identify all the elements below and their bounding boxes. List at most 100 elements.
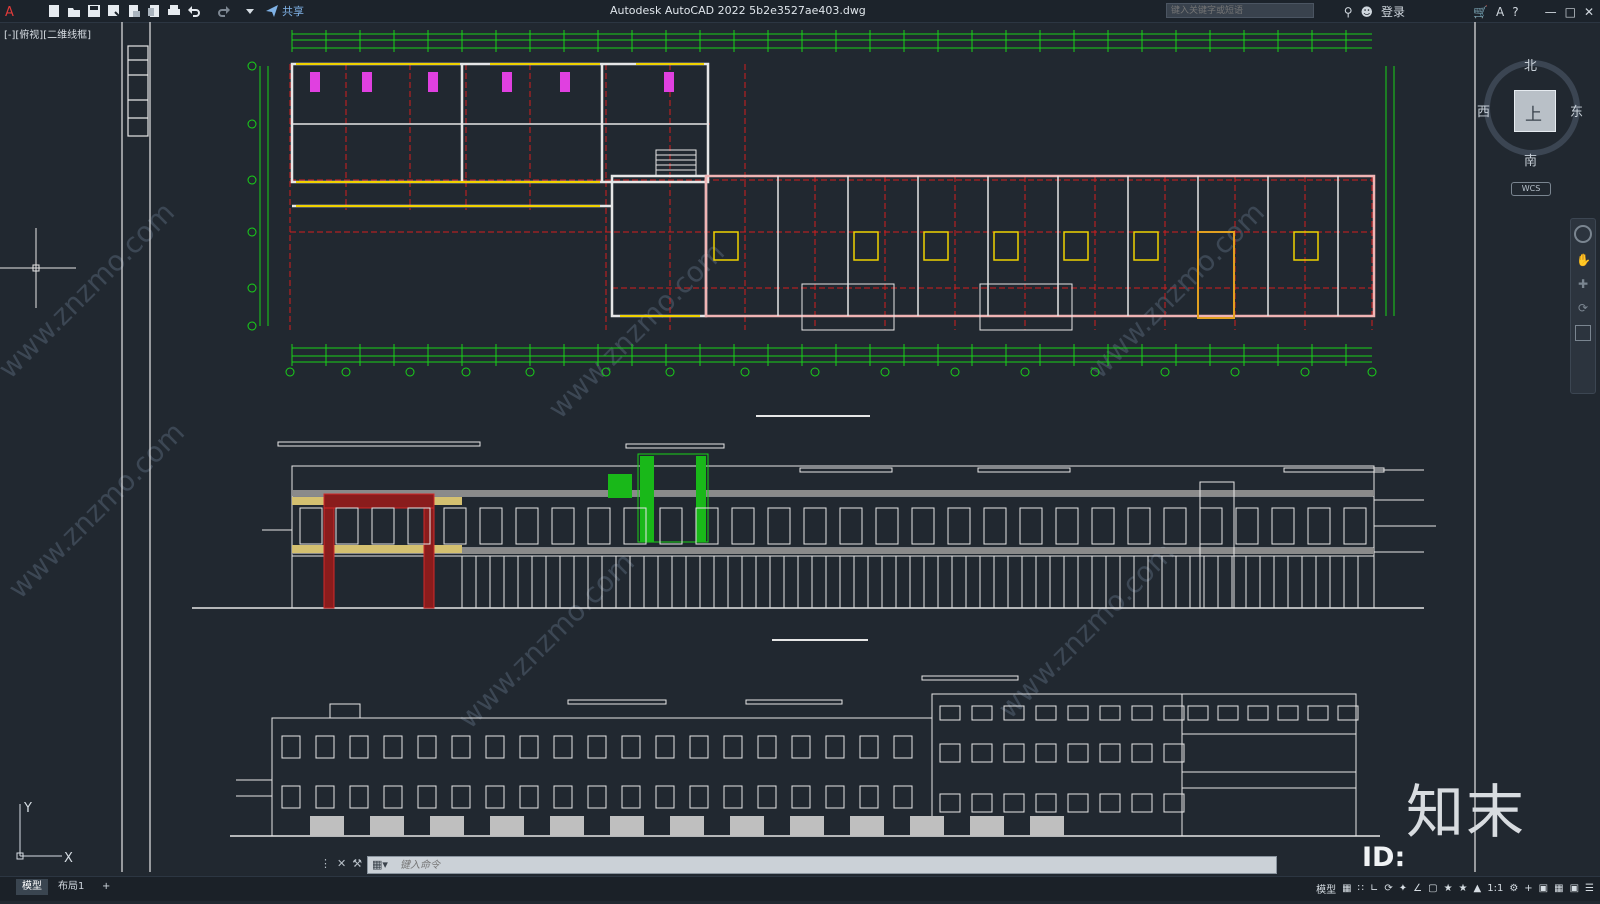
rear-window — [1099, 743, 1121, 763]
pan-icon[interactable]: ✋ — [1576, 253, 1591, 267]
close-window-icon[interactable]: ✕ — [1584, 5, 1594, 19]
tab-model[interactable]: 模型 — [16, 879, 48, 895]
rear-window — [1035, 705, 1057, 721]
garage-door — [550, 816, 584, 836]
share-icon[interactable] — [264, 3, 280, 19]
user-icon[interactable]: ☻ — [1361, 5, 1374, 19]
maximize-window-icon[interactable]: □ — [1565, 5, 1576, 19]
showmotion-icon[interactable] — [1575, 325, 1591, 341]
rear-window — [689, 735, 709, 759]
rear-window — [417, 785, 437, 809]
save-icon[interactable] — [86, 3, 102, 19]
viewcube-top-face[interactable]: 上 — [1514, 90, 1556, 132]
elevation-window — [371, 507, 395, 545]
axis-bubble — [405, 367, 415, 377]
object-snap-tracking-icon[interactable]: ∠ — [1413, 883, 1422, 894]
command-grip-icon[interactable]: ⋮ — [320, 857, 331, 870]
login-link[interactable]: 登录 — [1381, 3, 1405, 20]
clean-screen-icon[interactable]: ▣ — [1570, 883, 1579, 894]
snap-icon[interactable]: ∷ — [1358, 883, 1364, 894]
application-menu-button[interactable]: A — [4, 3, 20, 19]
elevation-window — [1235, 507, 1259, 545]
object-snap-icon[interactable]: ▢ — [1428, 883, 1437, 894]
command-input[interactable] — [398, 858, 1202, 872]
isolate-objects-icon[interactable]: ▣ — [1539, 883, 1548, 894]
elevation-window — [1055, 507, 1079, 545]
rear-window — [1163, 793, 1185, 813]
plot-preview-icon[interactable] — [126, 3, 142, 19]
command-customize-icon[interactable]: ⚒ — [352, 857, 362, 870]
cart-icon[interactable]: 🛒 — [1473, 5, 1488, 19]
rear-window — [485, 785, 505, 809]
plot-icon[interactable] — [166, 3, 182, 19]
command-history-icon[interactable]: ▦▾ — [372, 858, 388, 871]
autodesk-app-icon[interactable]: A — [1496, 5, 1504, 19]
rear-window — [1067, 743, 1089, 763]
annotation-monitor-icon[interactable]: + — [1524, 883, 1532, 894]
axis-bubble — [525, 367, 535, 377]
watermark-logo: 知末 — [1406, 778, 1527, 846]
command-close-icon[interactable]: ✕ — [337, 857, 346, 870]
ortho-icon[interactable]: ∟ — [1370, 883, 1378, 894]
zoom-icon[interactable]: ✚ — [1576, 277, 1590, 291]
garage-door — [610, 816, 644, 836]
command-line[interactable]: ▦▾ — [367, 856, 1277, 874]
rear-window — [825, 735, 845, 759]
hardware-acceleration-icon[interactable]: ▦ — [1554, 883, 1563, 894]
annotation-scale-value[interactable]: 1:1 — [1487, 883, 1503, 894]
axis-bubble — [461, 367, 471, 377]
steering-wheel-icon[interactable] — [1574, 225, 1592, 243]
rear-window — [1003, 793, 1025, 813]
rear-window — [587, 785, 607, 809]
rear-window — [791, 735, 811, 759]
customization-menu-icon[interactable]: ☰ — [1585, 883, 1594, 894]
search-icon[interactable]: ⚲ — [1344, 5, 1353, 19]
elevation-window — [803, 507, 827, 545]
open-file-icon[interactable] — [66, 3, 82, 19]
drawing-canvas[interactable]: www.znzmo.com www.znzmo.com www.znzmo.co… — [0, 22, 1600, 872]
auto-scale-icon[interactable]: ★ — [1459, 883, 1468, 894]
viewcube-east[interactable]: 东 — [1570, 101, 1583, 120]
publish-icon[interactable] — [146, 3, 162, 19]
tab-layout1[interactable]: 布局1 — [52, 879, 90, 895]
rear-window — [315, 735, 335, 759]
rear-window — [859, 785, 879, 809]
viewcube-north[interactable]: 北 — [1524, 55, 1537, 74]
workspace-gear-icon[interactable]: ⚙ — [1509, 883, 1518, 894]
customize-toolbar-icon[interactable] — [242, 3, 258, 19]
tab-add-layout[interactable]: + — [96, 879, 116, 895]
wcs-menu[interactable]: WCS — [1511, 182, 1551, 196]
garage-door — [370, 816, 404, 836]
rear-window — [553, 785, 573, 809]
axis-bubble — [285, 367, 295, 377]
rear-window — [1337, 705, 1359, 721]
save-as-icon[interactable] — [106, 3, 122, 19]
annotation-scale-icon[interactable]: ▲ — [1474, 883, 1482, 894]
axis-bubble — [665, 367, 675, 377]
undo-icon[interactable] — [186, 3, 202, 19]
viewcube-south[interactable]: 南 — [1524, 150, 1537, 169]
search-input[interactable] — [1166, 3, 1314, 18]
help-icon[interactable]: ? — [1512, 5, 1518, 19]
annotation-visibility-icon[interactable]: ★ — [1444, 883, 1453, 894]
axis-bubble — [247, 321, 257, 331]
rear-window — [621, 735, 641, 759]
grid-icon[interactable]: ▦ — [1342, 883, 1351, 894]
rear-window — [451, 735, 471, 759]
orbit-icon[interactable]: ⟳ — [1576, 301, 1590, 315]
redo-icon[interactable] — [216, 3, 232, 19]
model-space-toggle[interactable]: 模型 — [1316, 881, 1336, 896]
rear-window — [893, 735, 913, 759]
navigation-bar[interactable]: ✋ ✚ ⟳ — [1570, 218, 1596, 394]
share-label[interactable]: 共享 — [282, 3, 304, 19]
rear-window — [1099, 793, 1121, 813]
viewcube-west[interactable]: 西 — [1477, 101, 1490, 120]
new-file-icon[interactable] — [46, 3, 62, 19]
minimize-window-icon[interactable]: — — [1545, 5, 1557, 19]
viewcube[interactable]: 上 — [1484, 60, 1580, 156]
axis-bubble — [247, 175, 257, 185]
elevation-window — [1343, 507, 1367, 545]
elevation-window — [299, 507, 323, 545]
polar-tracking-icon[interactable]: ⟳ — [1384, 883, 1392, 894]
isodraft-icon[interactable]: ✦ — [1399, 883, 1407, 894]
